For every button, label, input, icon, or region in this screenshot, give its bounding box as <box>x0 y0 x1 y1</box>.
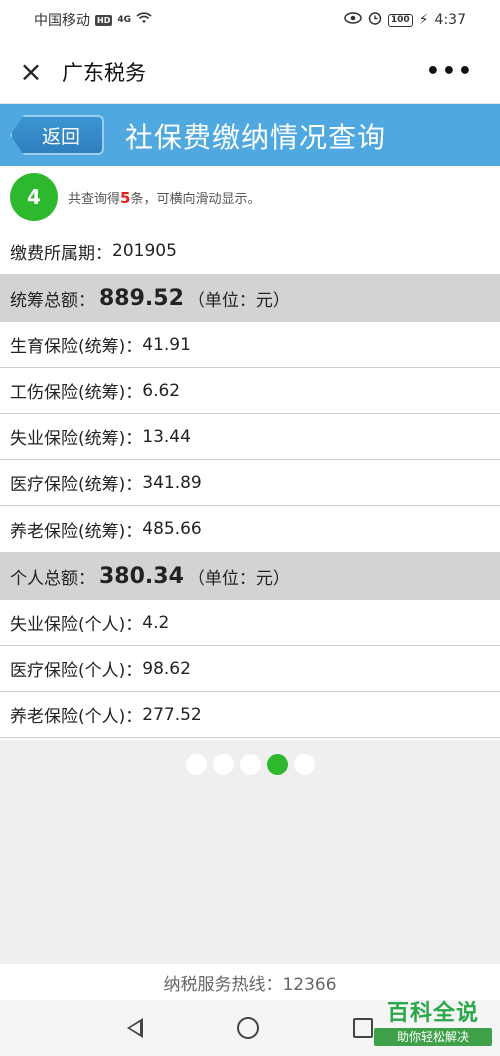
pager-dot[interactable] <box>239 754 261 775</box>
list-item: 养老保险(个人)： 277.52 <box>0 692 500 738</box>
wifi-icon <box>136 12 152 28</box>
back-button[interactable]: 返回 <box>10 115 104 155</box>
status-bar: 中国移动 HD 4G 100 ⚡ 4:37 <box>0 0 500 40</box>
item-value: 341.89 <box>142 472 202 493</box>
list-item: 医疗保险(个人)： 98.62 <box>0 646 500 692</box>
pooled-total-unit: （单位：元） <box>187 290 290 311</box>
personal-total-amount: 380.34 <box>99 563 184 589</box>
pooled-total-row: 统筹总额： 889.52 （单位：元） <box>0 274 500 322</box>
page-banner: 返回 社保费缴纳情况查询 <box>0 104 500 166</box>
pager-dot[interactable] <box>185 754 207 775</box>
service-hotline: 纳税服务热线：12366 <box>0 964 500 1000</box>
charging-icon: ⚡ <box>418 12 429 28</box>
personal-total-row: 个人总额： 380.34 （单位：元） <box>0 552 500 600</box>
status-left: 中国移动 HD 4G <box>34 10 152 30</box>
pooled-total-amount: 889.52 <box>99 285 184 311</box>
pager-dots[interactable] <box>0 754 500 775</box>
item-value: 277.52 <box>142 704 202 725</box>
item-label: 失业保险(个人)： <box>10 615 143 635</box>
signal-icon: 4G <box>117 15 131 25</box>
list-item: 医疗保险(统筹)： 341.89 <box>0 460 500 506</box>
item-label: 医疗保险(统筹)： <box>10 475 143 495</box>
item-value: 41.91 <box>142 334 191 355</box>
result-summary: 4 共查询得5条，可横向滑动显示。 <box>0 166 500 228</box>
nav-back-icon[interactable] <box>127 1018 143 1038</box>
close-icon[interactable]: × <box>16 56 46 87</box>
period-label: 缴费所属期： <box>10 243 112 264</box>
app-title: 广东税务 <box>62 60 146 85</box>
item-label: 养老保险(统筹)： <box>10 521 143 542</box>
watermark-sub: 助你轻松解决 <box>374 1028 492 1046</box>
result-count: 5 <box>120 188 131 207</box>
item-label: 工伤保险(统筹)： <box>10 383 143 403</box>
payment-period: 缴费所属期： 201905 <box>0 228 500 274</box>
pager-dot[interactable] <box>212 754 234 775</box>
hd-badge: HD <box>95 14 113 26</box>
nav-home-icon[interactable] <box>237 1017 259 1039</box>
item-label: 养老保险(个人)： <box>10 707 143 727</box>
item-label: 生育保险(统筹)： <box>10 337 143 357</box>
battery-icon: 100 <box>387 13 413 27</box>
clock-time: 4:37 <box>434 12 466 28</box>
page-title: 社保费缴纳情况查询 <box>125 121 387 154</box>
watermark-logo: 百科全说 助你轻松解决 <box>374 1000 492 1050</box>
list-item: 工伤保险(统筹)： 6.62 <box>0 368 500 414</box>
more-icon[interactable]: ••• <box>426 59 484 84</box>
result-text-prefix: 共查询得 <box>68 191 121 207</box>
carousel-area[interactable] <box>0 740 500 964</box>
pager-dot[interactable] <box>266 754 288 775</box>
list-item: 养老保险(统筹)： 485.66 <box>0 506 500 552</box>
eye-icon <box>344 12 362 28</box>
item-value: 13.44 <box>142 426 191 447</box>
pooled-total-label: 统筹总额： <box>10 290 95 311</box>
list-item: 失业保险(个人)： 4.2 <box>0 600 500 646</box>
list-item: 生育保险(统筹)： 41.91 <box>0 322 500 368</box>
item-value: 485.66 <box>142 519 202 539</box>
personal-total-label: 个人总额： <box>10 568 95 589</box>
item-value: 4.2 <box>142 612 170 633</box>
period-value: 201905 <box>112 241 177 261</box>
result-text-suffix: 条，可横向滑动显示。 <box>130 191 261 207</box>
status-right: 100 ⚡ 4:37 <box>344 11 466 29</box>
page-index-badge: 4 <box>10 173 58 221</box>
app-header: × 广东税务 ••• <box>0 40 500 104</box>
item-label: 失业保险(统筹)： <box>10 429 143 449</box>
carrier-name: 中国移动 <box>34 13 90 29</box>
personal-total-unit: （单位：元） <box>187 568 290 589</box>
list-item: 失业保险(统筹)： 13.44 <box>0 414 500 460</box>
nav-recent-icon[interactable] <box>353 1018 373 1038</box>
item-value: 98.62 <box>142 658 191 679</box>
item-label: 医疗保险(个人)： <box>10 661 143 681</box>
pager-dot[interactable] <box>293 754 315 775</box>
alarm-icon <box>368 11 382 29</box>
item-value: 6.62 <box>142 380 181 401</box>
watermark-main: 百科全说 <box>386 1001 479 1026</box>
result-count-text: 共查询得5条，可横向滑动显示。 <box>68 188 260 207</box>
